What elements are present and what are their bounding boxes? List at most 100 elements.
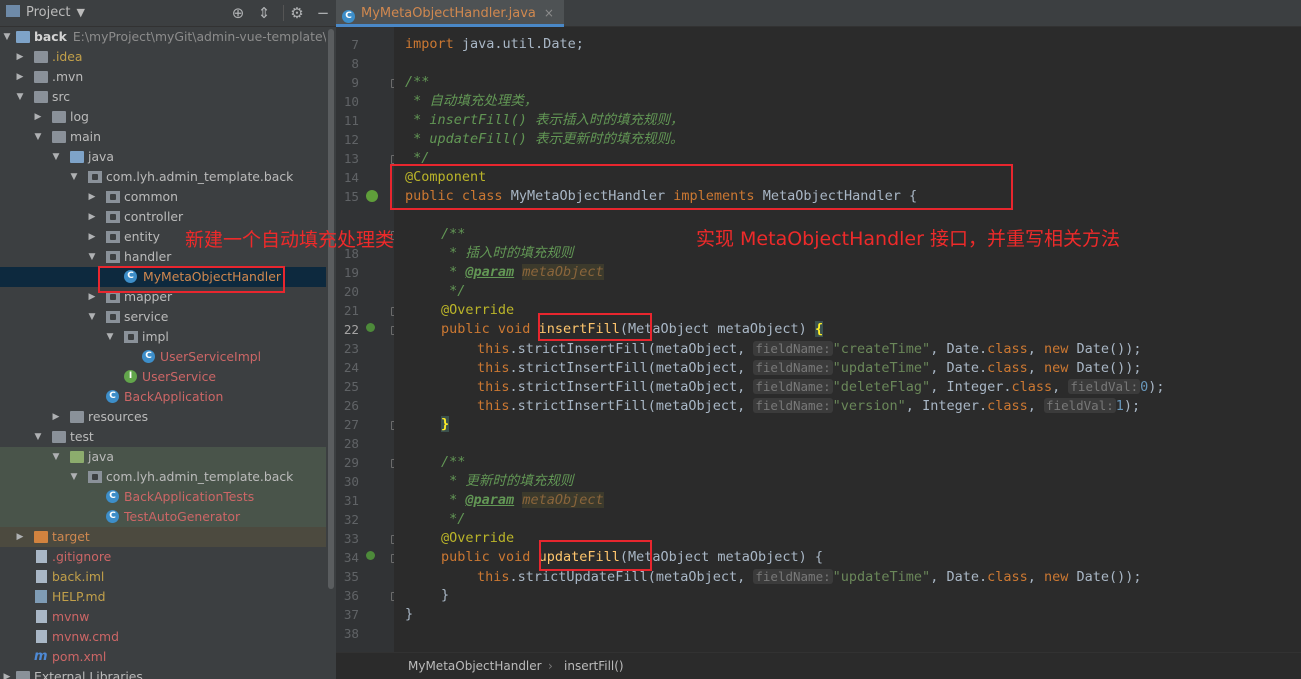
- expand-arrow-icon[interactable]: ▼: [15, 87, 25, 107]
- tree-item-resources[interactable]: ▶ resources: [0, 407, 326, 427]
- collapsed-arrow-icon[interactable]: ▶: [15, 47, 25, 67]
- collapsed-arrow-icon[interactable]: ▶: [15, 527, 25, 547]
- code-text: Date());: [1068, 569, 1142, 585]
- tree-item-log[interactable]: ▶ log: [0, 107, 326, 127]
- collapsed-arrow-icon[interactable]: ▶: [15, 67, 25, 87]
- collapsed-arrow-icon[interactable]: ▶: [87, 207, 97, 227]
- expand-arrow-icon[interactable]: ▼: [51, 147, 61, 167]
- line-number: 35: [343, 569, 359, 584]
- iml-file-icon: [36, 570, 47, 583]
- parameter-hint: fieldVal:: [1068, 379, 1141, 394]
- expand-arrow-icon[interactable]: ▼: [87, 247, 97, 267]
- locate-icon[interactable]: ⊕: [228, 3, 248, 23]
- collapsed-arrow-icon[interactable]: ▶: [2, 667, 12, 679]
- code-text: Integer: [946, 379, 1004, 395]
- line-number: 33: [343, 531, 359, 546]
- line-number: 36: [343, 588, 359, 603]
- tree-item-controller[interactable]: ▶ controller: [0, 207, 326, 227]
- tree-item-java[interactable]: ▼ java: [0, 147, 326, 167]
- tree-item-external-libraries[interactable]: ▶ External Libraries: [0, 667, 326, 679]
- annotation: @Override: [441, 530, 515, 546]
- tree-item-main[interactable]: ▼ main: [0, 127, 326, 147]
- project-scrollbar[interactable]: [326, 27, 336, 679]
- tree-item-service[interactable]: ▼ service: [0, 307, 326, 327]
- tree-item-userserviceimpl[interactable]: C UserServiceImpl: [0, 347, 326, 367]
- tree-item-label: UserServiceImpl: [160, 349, 262, 364]
- tree-item-label: controller: [124, 209, 184, 224]
- file-icon: [36, 550, 47, 563]
- editor-gutter: 7 8 9 10 11 12 13 14 15 18 19 20 21 22 2…: [336, 27, 399, 652]
- markdown-file-icon: [35, 590, 47, 603]
- collapsed-arrow-icon[interactable]: ▶: [51, 407, 61, 427]
- breadcrumb-method[interactable]: insertFill(): [564, 653, 624, 679]
- expand-arrow-icon[interactable]: ▼: [69, 467, 79, 487]
- tree-item-label: log: [70, 109, 89, 124]
- package-icon: [124, 331, 138, 343]
- line-number: 21: [343, 303, 359, 318]
- tree-item-package[interactable]: ▼ com.lyh.admin_template.back: [0, 167, 326, 187]
- hide-panel-icon[interactable]: −: [313, 3, 333, 23]
- tree-item-mvn[interactable]: ▶ .mvn: [0, 67, 326, 87]
- tree-item-mvnw-cmd[interactable]: mvnw.cmd: [0, 627, 326, 647]
- doc-comment: * 更新时的填充规则: [441, 473, 574, 489]
- override-method-icon[interactable]: [366, 551, 375, 560]
- tree-item-backapplication[interactable]: C BackApplication: [0, 387, 326, 407]
- breadcrumb-class[interactable]: MyMetaObjectHandler: [408, 653, 542, 679]
- project-panel-header: Project ▼ ⊕ ⇕ ⚙ −: [0, 0, 336, 27]
- expand-arrow-icon[interactable]: ▼: [69, 167, 79, 187]
- tree-item-backapplicationtests[interactable]: C BackApplicationTests: [0, 487, 326, 507]
- tree-item-test-java[interactable]: ▼ java: [0, 447, 326, 467]
- collapsed-arrow-icon[interactable]: ▶: [87, 227, 97, 247]
- collapse-all-icon[interactable]: ⇕: [254, 3, 274, 23]
- doc-comment: */: [441, 283, 466, 299]
- tree-item-mvnw[interactable]: mvnw: [0, 607, 326, 627]
- line-number: 22: [343, 322, 359, 337]
- expand-arrow-icon[interactable]: ▼: [2, 27, 12, 47]
- tree-item-pom-xml[interactable]: m pom.xml: [0, 647, 326, 667]
- tab-mymetaobjecthandler[interactable]: C MyMetaObjectHandler.java ×: [336, 0, 564, 27]
- close-icon[interactable]: ×: [544, 6, 554, 20]
- spring-bean-icon[interactable]: [366, 190, 378, 202]
- tree-item-back[interactable]: ▼ back E:\myProject\myGit\admin-vue-templ…: [0, 27, 336, 47]
- collapsed-arrow-icon[interactable]: ▶: [33, 107, 43, 127]
- keyword: this: [477, 398, 510, 414]
- breadcrumb-separator-icon: ›: [548, 659, 553, 673]
- tree-item-src[interactable]: ▼ src: [0, 87, 326, 107]
- package-icon: [88, 471, 102, 483]
- code-line: }: [441, 587, 450, 603]
- package-icon: [106, 251, 120, 263]
- code-text: );: [1148, 379, 1165, 395]
- tree-item-impl[interactable]: ▼ impl: [0, 327, 326, 347]
- tree-item-test-package[interactable]: ▼ com.lyh.admin_template.back: [0, 467, 326, 487]
- line-number: 20: [343, 284, 359, 299]
- code-text: Date());: [1068, 360, 1142, 376]
- code-editor[interactable]: import java.util.Date; /** * 自动填充处理类， * …: [394, 27, 1301, 652]
- tree-item-label: target: [52, 529, 90, 544]
- collapsed-arrow-icon[interactable]: ▶: [87, 187, 97, 207]
- override-method-icon[interactable]: [366, 323, 375, 332]
- scrollbar-thumb[interactable]: [328, 29, 334, 589]
- expand-arrow-icon[interactable]: ▼: [51, 447, 61, 467]
- project-view-selector[interactable]: Project ▼: [6, 5, 85, 20]
- editor-tab-bar: C MyMetaObjectHandler.java ×: [336, 0, 1301, 27]
- tree-item-help-md[interactable]: HELP.md: [0, 587, 326, 607]
- tree-item-testautogenerator[interactable]: C TestAutoGenerator: [0, 507, 326, 527]
- module-folder-icon: [16, 31, 30, 43]
- expand-arrow-icon[interactable]: ▼: [33, 127, 43, 147]
- gear-icon[interactable]: ⚙: [287, 3, 307, 23]
- tree-item-gitignore[interactable]: .gitignore: [0, 547, 326, 567]
- expand-arrow-icon[interactable]: ▼: [33, 427, 43, 447]
- tree-item-common[interactable]: ▶ common: [0, 187, 326, 207]
- expand-arrow-icon[interactable]: ▼: [105, 327, 115, 347]
- package-icon: [106, 191, 120, 203]
- keyword: new: [1044, 341, 1069, 357]
- tree-item-idea[interactable]: ▶ .idea: [0, 47, 326, 67]
- tree-item-target[interactable]: ▶ target: [0, 527, 326, 547]
- tree-item-test[interactable]: ▼ test: [0, 427, 326, 447]
- string-literal: "deleteFlag": [832, 379, 931, 395]
- doc-param: metaObject: [522, 492, 604, 508]
- tree-item-userservice[interactable]: I UserService: [0, 367, 326, 387]
- collapsed-arrow-icon[interactable]: ▶: [87, 287, 97, 307]
- expand-arrow-icon[interactable]: ▼: [87, 307, 97, 327]
- tree-item-back-iml[interactable]: back.iml: [0, 567, 326, 587]
